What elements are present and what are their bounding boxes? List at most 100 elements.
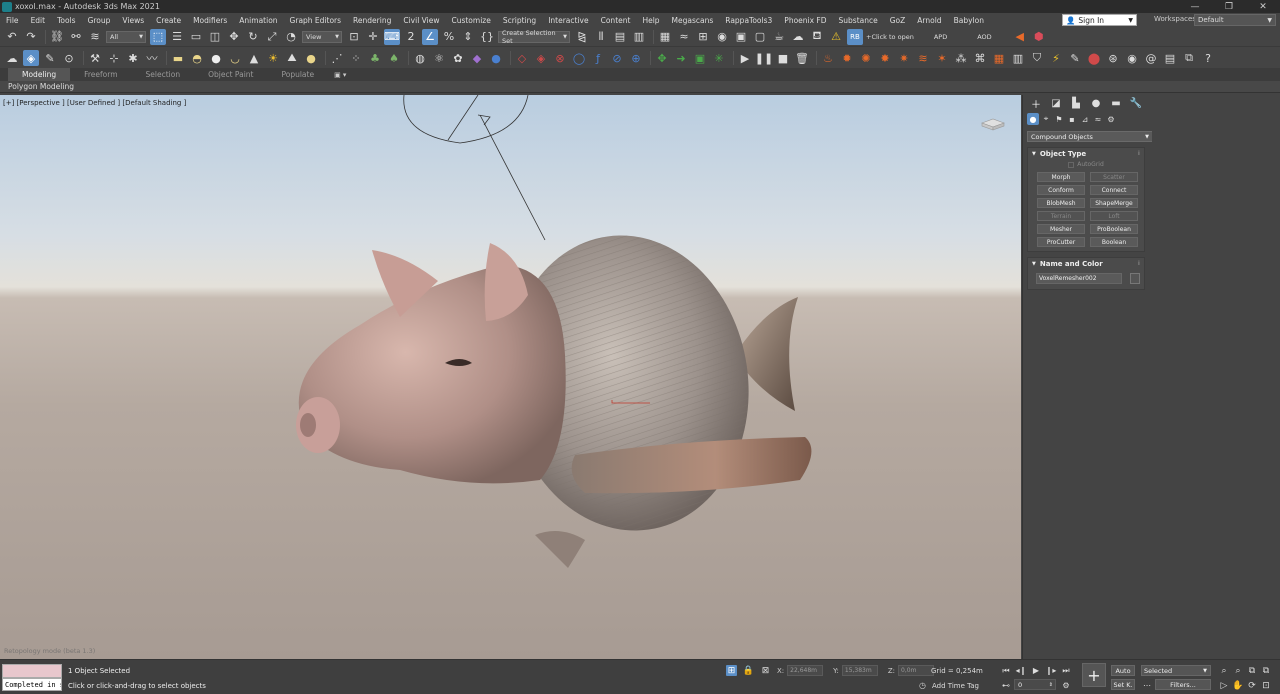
cube-icon[interactable]: ◇ <box>514 50 530 66</box>
connect-button[interactable]: Connect <box>1090 185 1138 195</box>
window-crossing-icon[interactable]: ◫ <box>207 29 223 45</box>
stop-icon[interactable]: ■ <box>775 50 791 66</box>
morph-button[interactable]: Morph <box>1037 172 1085 182</box>
bind-space-warp-icon[interactable]: ≋ <box>87 29 103 45</box>
time-configuration-icon[interactable]: ⚙ <box>1060 680 1072 691</box>
next-frame-icon[interactable]: ❙▸ <box>1045 665 1057 676</box>
edit-named-selection-icon[interactable]: {} <box>479 29 495 45</box>
select-rotate-icon[interactable]: ↻ <box>245 29 261 45</box>
toggle-ribbon-icon[interactable]: ▦ <box>657 29 673 45</box>
render-production-icon[interactable]: ☕ <box>771 29 787 45</box>
arrow-green-icon[interactable]: ➜ <box>673 50 689 66</box>
selection-filter-select[interactable]: All ▼ <box>106 30 146 43</box>
trash-icon[interactable]: 🗑 <box>794 50 810 66</box>
menu-content[interactable]: Content <box>595 16 637 25</box>
auto-key-button[interactable]: Auto <box>1111 665 1135 676</box>
move-green-icon[interactable]: ✥ <box>654 50 670 66</box>
flower-icon[interactable]: ✿ <box>450 50 466 66</box>
menu-create[interactable]: Create <box>150 16 187 25</box>
spinner-icon[interactable]: ⇕ <box>1049 682 1053 688</box>
ribbon-tab-selection[interactable]: Selection <box>132 68 195 81</box>
cloud-icon[interactable]: ☁ <box>4 50 20 66</box>
conform-button[interactable]: Conform <box>1037 185 1085 195</box>
light-icon[interactable]: ✱ <box>125 50 141 66</box>
motion-tab-icon[interactable]: ● <box>1089 97 1103 109</box>
click-to-open-label[interactable]: +Click to open <box>866 33 914 41</box>
undo-icon[interactable]: ↶ <box>4 29 20 45</box>
zoom-icon[interactable]: ⌕ <box>1218 665 1230 677</box>
atom-icon[interactable]: ⚛ <box>431 50 447 66</box>
cube-orange-icon[interactable]: ▦ <box>991 50 1007 66</box>
menu-civil-view[interactable]: Civil View <box>397 16 445 25</box>
ribbon-tab-modeling[interactable]: Modeling <box>8 68 71 81</box>
menu-modifiers[interactable]: Modifiers <box>187 16 233 25</box>
circle-blue-icon[interactable]: ◯ <box>571 50 587 66</box>
menu-babylon[interactable]: Babylon <box>948 16 990 25</box>
redo-icon[interactable]: ↷ <box>23 29 39 45</box>
menu-scripting[interactable]: Scripting <box>497 16 542 25</box>
fx-icon[interactable]: ƒ <box>590 50 606 66</box>
cone-icon[interactable]: ▲ <box>246 50 262 66</box>
menu-graph-editors[interactable]: Graph Editors <box>284 16 348 25</box>
align-icon[interactable]: ⫴ <box>593 29 609 45</box>
set-key-mode-button[interactable]: Set K. <box>1111 679 1135 690</box>
fire-source-icon[interactable]: ♨ <box>820 50 836 66</box>
play-icon[interactable]: ▶ <box>737 50 753 66</box>
rb-icon[interactable]: RB <box>847 28 863 45</box>
fire-icon[interactable]: ✹ <box>839 50 855 66</box>
mountain-icon[interactable]: ⛰ <box>284 50 300 66</box>
ribbon-minimize-icon[interactable]: ▣ ▾ <box>334 71 346 79</box>
set-key-button[interactable]: + <box>1082 663 1106 687</box>
workspace-dropdown[interactable]: Default ▼ <box>1194 14 1276 26</box>
maxscript-listener-input[interactable] <box>2 664 62 678</box>
menu-customize[interactable]: Customize <box>445 16 496 25</box>
maxscript-output[interactable]: Completed in s <box>2 678 62 691</box>
render-setup-icon[interactable]: ▣ <box>733 29 749 45</box>
sphere-red-icon[interactable]: ⊗ <box>552 50 568 66</box>
menu-tools[interactable]: Tools <box>51 16 81 25</box>
menu-rappatools3[interactable]: RappaTools3 <box>719 16 778 25</box>
sphere-icon[interactable]: ● <box>208 50 224 66</box>
perspective-viewport[interactable]: [+] [Perspective ] [User Defined ] [Defa… <box>0 95 1021 659</box>
blobmesh-button[interactable]: BlobMesh <box>1037 198 1085 208</box>
object-type-header[interactable]: ▼ Object Type ⁞ <box>1028 148 1144 159</box>
unlink-icon[interactable]: ⚯ <box>68 29 84 45</box>
circle-plus-icon[interactable]: ⊕ <box>628 50 644 66</box>
eye-icon[interactable]: ◉ <box>1124 50 1140 66</box>
menu-file[interactable]: File <box>0 16 25 25</box>
space-warps-icon[interactable]: ≈ <box>1092 113 1104 125</box>
stop-red-icon[interactable]: ⬤ <box>1086 50 1102 66</box>
rectangular-selection-icon[interactable]: ▭ <box>188 29 204 45</box>
menu-help[interactable]: Help <box>636 16 665 25</box>
forest-icon[interactable]: ♣ <box>367 50 383 66</box>
mirror-icon[interactable]: ⧎ <box>574 29 590 45</box>
sign-in-dropdown[interactable]: 👤 Sign In ▼ <box>1062 14 1137 26</box>
shapes-icon[interactable]: ⌖ <box>1040 113 1052 125</box>
shapemerge-button[interactable]: ShapeMerge <box>1090 198 1138 208</box>
utilities-tab-icon[interactable]: 🔧 <box>1129 97 1143 109</box>
key-mode-icon[interactable]: ⊷ <box>1000 680 1012 691</box>
apd-button[interactable]: APD <box>934 33 947 41</box>
tools-icon[interactable]: ⚒ <box>87 50 103 66</box>
z-coordinate-field[interactable]: 0,0m <box>898 665 935 676</box>
key-filters-icon[interactable]: ⋯ <box>1141 680 1153 691</box>
modify-tab-icon[interactable]: ◪ <box>1049 97 1063 109</box>
bolt-icon[interactable]: ⚡ <box>1048 50 1064 66</box>
select-scale-icon[interactable]: ⤢ <box>264 29 280 45</box>
pan-view-icon[interactable]: ✋ <box>1232 680 1244 692</box>
purple-icon[interactable]: ◆ <box>469 50 485 66</box>
brush-icon[interactable]: ✎ <box>1067 50 1083 66</box>
menu-animation[interactable]: Animation <box>233 16 283 25</box>
geometry-icon[interactable]: ● <box>1027 113 1039 125</box>
menu-substance[interactable]: Substance <box>833 16 884 25</box>
help-icon[interactable]: ? <box>1200 50 1216 66</box>
smoke-icon[interactable]: ✷ <box>896 50 912 66</box>
key-filters-button[interactable]: Filters... <box>1155 679 1211 690</box>
force-icon[interactable]: ⌘ <box>972 50 988 66</box>
select-place-icon[interactable]: ◔ <box>283 29 299 45</box>
go-to-end-icon[interactable]: ⏭ <box>1060 665 1072 676</box>
menu-views[interactable]: Views <box>116 16 150 25</box>
named-selection-set-select[interactable]: Create Selection Set ▼ <box>498 29 570 45</box>
reference-coordinate-select[interactable]: View ▼ <box>302 30 342 43</box>
percent-snap-icon[interactable]: % <box>441 29 457 45</box>
